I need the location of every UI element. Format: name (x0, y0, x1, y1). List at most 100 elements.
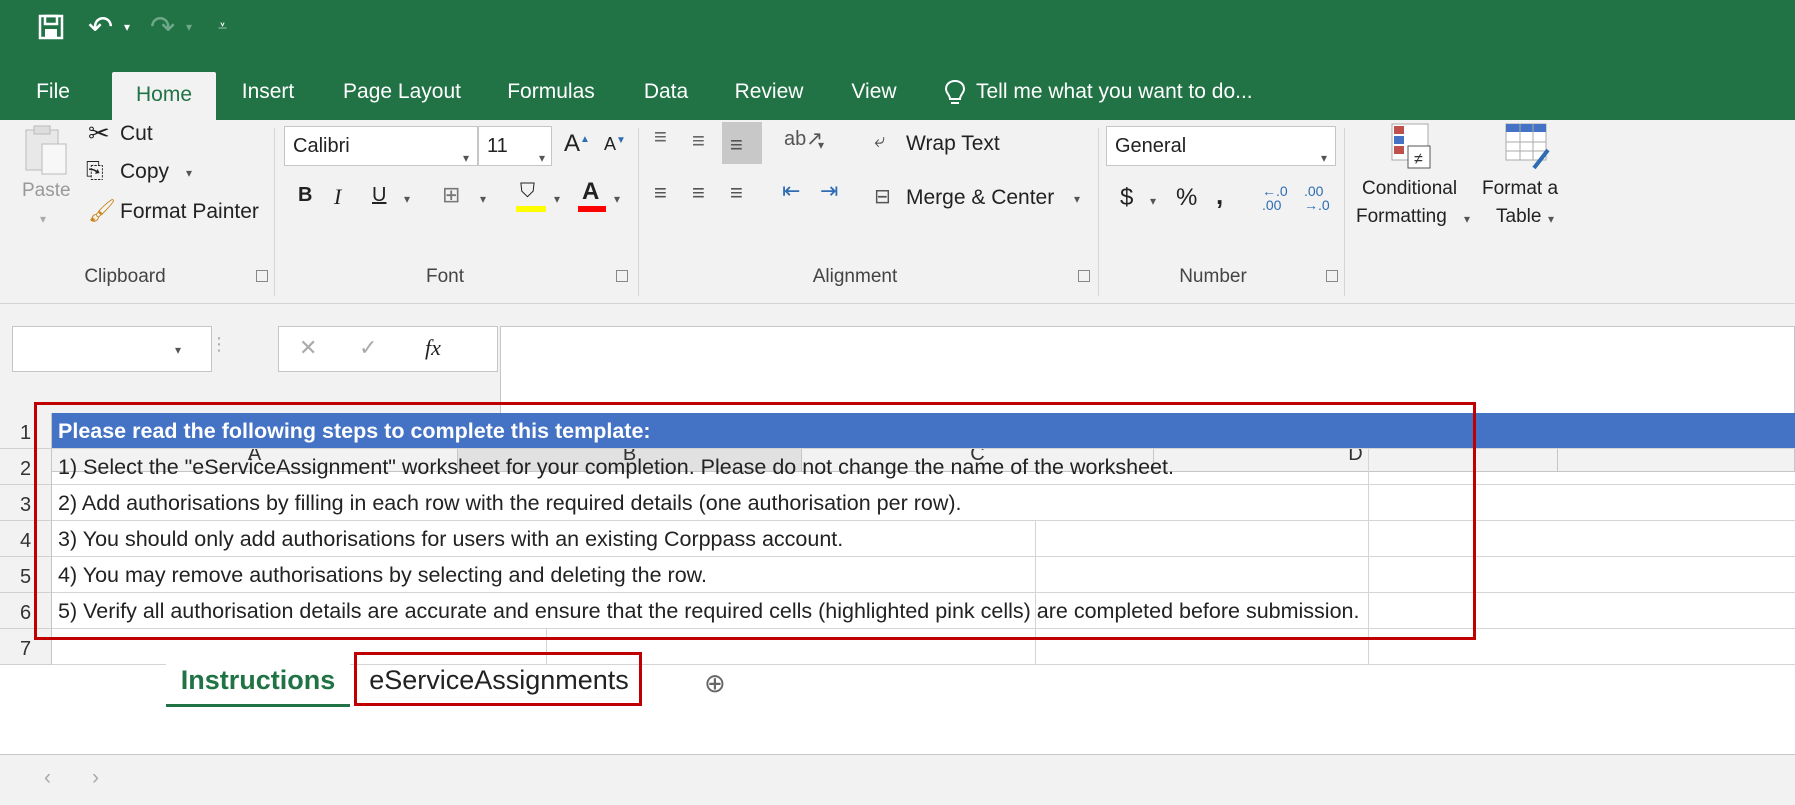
format-painter-icon[interactable]: 🖌 (88, 198, 116, 224)
font-name-select[interactable]: Calibri ▾ (284, 126, 478, 166)
copy-icon[interactable]: ⎘ (86, 158, 104, 184)
align-left-icon[interactable]: ≡ (654, 180, 667, 206)
align-top-icon[interactable]: ≡ (654, 124, 667, 150)
instructions-title-row[interactable]: Please read the following steps to compl… (52, 413, 1795, 449)
scroll-right-icon[interactable]: › (92, 766, 99, 790)
conditional-formatting-line1[interactable]: Conditional (1362, 178, 1457, 200)
table-row[interactable]: 2) Add authorisations by filling in each… (52, 485, 1795, 521)
conditional-formatting-icon[interactable]: ≠ (1390, 122, 1438, 172)
fill-color-icon[interactable]: ⛉ (516, 180, 548, 214)
cancel-icon[interactable]: ✕ (299, 335, 317, 361)
format-as-table-line2[interactable]: Table (1496, 206, 1541, 228)
paste-dropdown-icon[interactable]: ▾ (40, 212, 46, 226)
lightbulb-icon[interactable] (944, 64, 966, 120)
paste-icon[interactable] (22, 124, 70, 178)
tab-page-layout[interactable]: Page Layout (330, 64, 474, 120)
row-header[interactable]: 4 (0, 521, 52, 557)
sheet-tab-instructions[interactable]: Instructions (166, 656, 350, 707)
row-header[interactable]: 5 (0, 557, 52, 593)
font-color-icon[interactable]: A (578, 178, 608, 214)
new-sheet-icon[interactable]: ⊕ (704, 668, 726, 699)
name-box[interactable]: ▾ (12, 326, 212, 372)
align-bottom-icon: ≡ (730, 132, 743, 157)
table-row[interactable]: 1) Select the "eServiceAssignment" works… (52, 449, 1795, 485)
align-right-icon[interactable]: ≡ (730, 180, 743, 206)
alignment-launcher-icon[interactable] (1078, 270, 1090, 282)
align-middle-icon[interactable]: ≡ (692, 128, 705, 154)
row-header[interactable]: 7 (0, 629, 52, 665)
tab-review[interactable]: Review (726, 64, 812, 120)
font-color-dropdown-icon[interactable]: ▾ (614, 192, 620, 206)
orientation-dropdown-icon[interactable]: ▾ (818, 138, 824, 152)
tab-home[interactable]: Home (112, 72, 216, 120)
format-as-table-line1[interactable]: Format a (1482, 178, 1558, 200)
font-launcher-icon[interactable] (616, 270, 628, 282)
underline-button[interactable]: U (372, 184, 386, 207)
copy-dropdown-icon[interactable]: ▾ (186, 166, 192, 180)
scissors-icon[interactable]: ✂ (88, 118, 110, 149)
italic-button[interactable]: I (334, 184, 341, 210)
table-row[interactable]: 3) You should only add authorisations fo… (52, 521, 1795, 557)
wrap-text-icon[interactable]: ⤶ (874, 130, 885, 153)
underline-dropdown-icon[interactable]: ▾ (404, 192, 410, 206)
currency-dropdown-icon[interactable]: ▾ (1150, 194, 1156, 208)
row-header[interactable]: 2 (0, 449, 52, 485)
row-header[interactable]: 1 (0, 413, 52, 449)
copy-button[interactable]: Copy (120, 160, 169, 184)
redo-dropdown-icon[interactable]: ▾ (186, 20, 192, 34)
insert-function-icon[interactable]: fx (425, 335, 441, 361)
align-center-icon[interactable]: ≡ (692, 180, 705, 206)
currency-button[interactable]: $ (1120, 184, 1133, 212)
save-icon[interactable] (38, 14, 64, 46)
borders-dropdown-icon[interactable]: ▾ (480, 192, 486, 206)
increase-decimal-icon[interactable]: ←.0.00 (1262, 184, 1288, 212)
number-format-select[interactable]: General ▾ (1106, 126, 1336, 166)
row-header[interactable]: 6 (0, 593, 52, 629)
fill-color-dropdown-icon[interactable]: ▾ (554, 192, 560, 206)
table-row[interactable]: 5) Verify all authorisation details are … (52, 593, 1795, 629)
tab-data[interactable]: Data (634, 64, 698, 120)
paste-button[interactable]: Paste (22, 180, 71, 202)
wrap-text-button[interactable]: Wrap Text (906, 132, 1000, 156)
merge-dropdown-icon[interactable]: ▾ (1074, 192, 1080, 206)
table-row[interactable]: 4) You may remove authorisations by sele… (52, 557, 1795, 593)
tab-file[interactable]: File (22, 64, 84, 120)
decrease-indent-icon[interactable]: ⇤ (782, 178, 800, 204)
tab-formulas[interactable]: Formulas (498, 64, 604, 120)
decrease-font-icon[interactable]: A▼ (604, 134, 626, 155)
enter-icon[interactable]: ✓ (359, 335, 377, 361)
tab-view[interactable]: View (842, 64, 906, 120)
format-painter-button[interactable]: Format Painter (120, 200, 259, 224)
conditional-formatting-line2[interactable]: Formatting (1356, 206, 1447, 228)
format-as-table-dropdown-icon[interactable]: ▾ (1548, 212, 1554, 226)
cut-button[interactable]: Cut (120, 122, 153, 146)
format-as-table-icon[interactable] (1504, 122, 1552, 172)
number-launcher-icon[interactable] (1326, 270, 1338, 282)
percent-button[interactable]: % (1176, 184, 1197, 212)
sheet-tab-eservice-assignments[interactable]: eServiceAssignments (358, 656, 640, 707)
tab-insert[interactable]: Insert (232, 64, 304, 120)
row-header[interactable]: 3 (0, 485, 52, 521)
formula-input[interactable] (500, 326, 1795, 416)
clipboard-launcher-icon[interactable] (256, 270, 268, 282)
comma-button[interactable]: , (1216, 180, 1223, 211)
increase-font-icon[interactable]: A▲ (564, 130, 590, 158)
font-size-select[interactable]: 11 ▾ (478, 126, 552, 166)
customize-qat-icon[interactable]: ⩡ (218, 18, 227, 36)
redo-icon[interactable]: ↷ (150, 10, 175, 45)
undo-icon[interactable]: ↶ (88, 10, 113, 45)
decrease-decimal-icon[interactable]: .00 →.0 (1304, 184, 1330, 212)
increase-indent-icon[interactable]: ⇥ (820, 178, 838, 204)
undo-dropdown-icon[interactable]: ▾ (124, 20, 130, 34)
quick-access-toolbar: ↶ ▾ ↷ ▾ ⩡ (0, 0, 1795, 64)
tell-me-search[interactable]: Tell me what you want to do... (976, 64, 1253, 120)
conditional-formatting-dropdown-icon[interactable]: ▾ (1464, 212, 1470, 226)
bold-button[interactable]: B (298, 184, 312, 207)
merge-center-button[interactable]: Merge & Center (906, 186, 1054, 210)
merge-center-icon[interactable]: ⊟ (874, 184, 891, 209)
chevron-down-icon[interactable]: ▾ (175, 343, 181, 357)
alignment-group-label: Alignment (812, 266, 898, 287)
align-bottom-button[interactable]: ≡ (722, 122, 762, 164)
scroll-left-icon[interactable]: ‹ (44, 766, 51, 790)
borders-icon[interactable]: ⊞ (442, 182, 460, 208)
